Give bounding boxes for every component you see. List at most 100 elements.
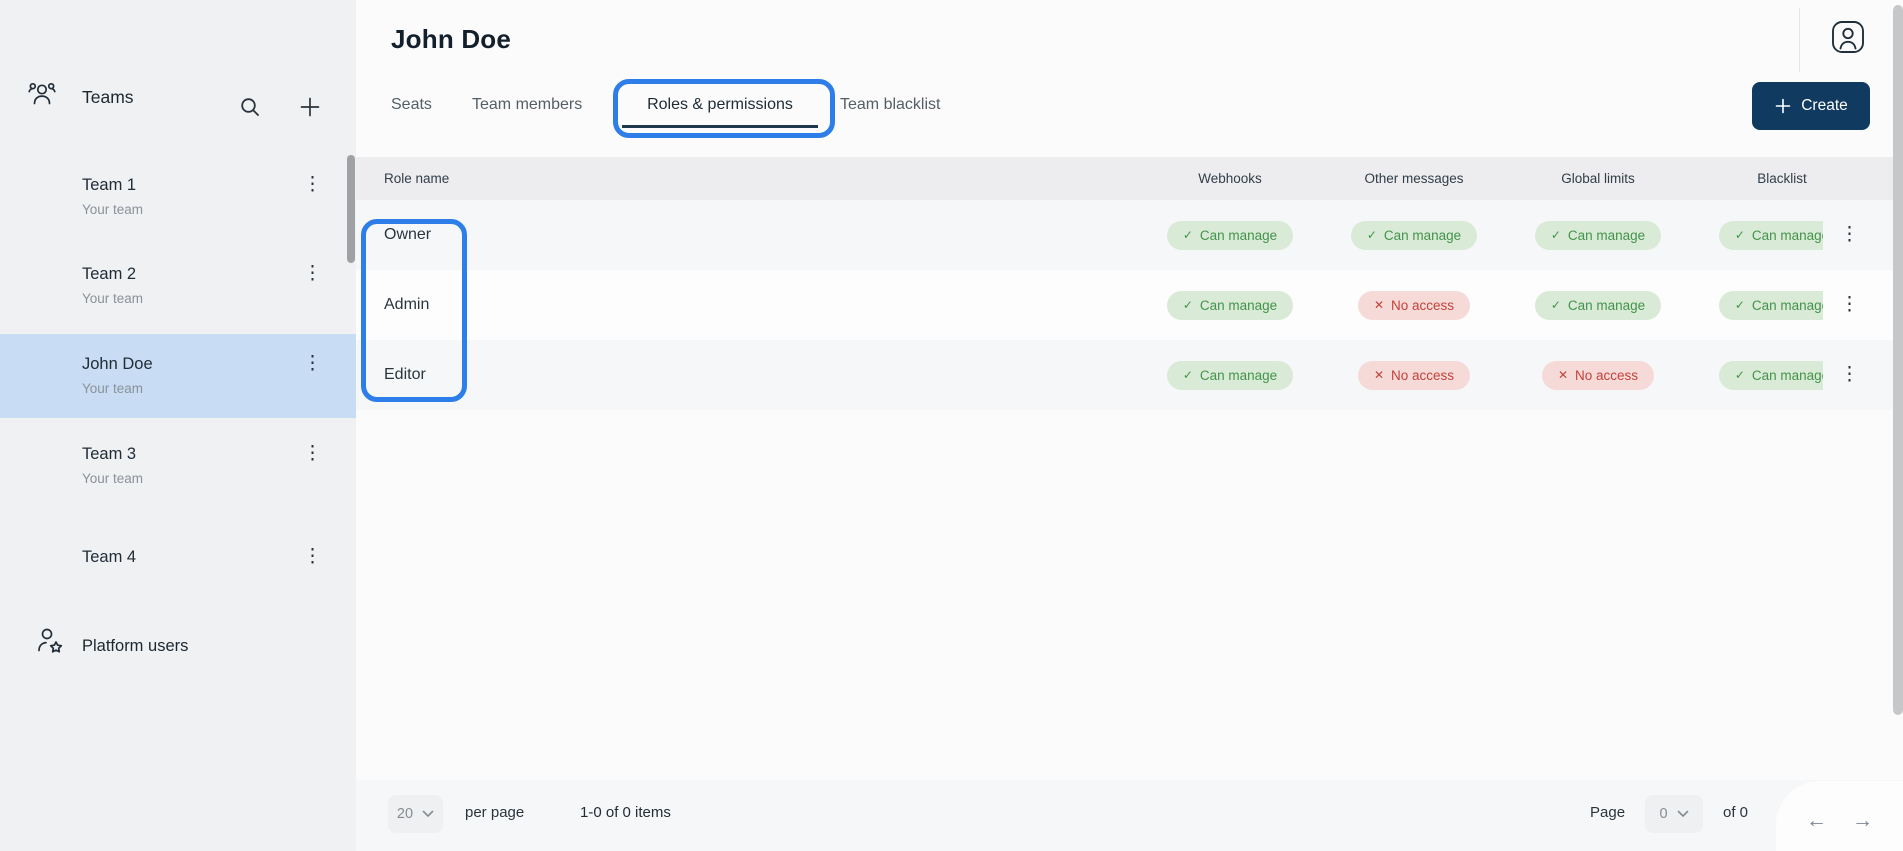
badge-label: No access <box>1575 368 1638 383</box>
badge-label: Can manage <box>1752 368 1823 383</box>
create-button-label: Create <box>1801 97 1848 115</box>
page-size-select[interactable]: 20 <box>388 795 443 833</box>
sidebar-title: Teams <box>82 84 134 110</box>
team-menu-kebab-icon[interactable]: ⋮ <box>303 261 322 287</box>
search-teams-button[interactable] <box>237 94 263 120</box>
team-subtitle: Your team <box>82 467 143 491</box>
person-star-icon <box>36 626 66 658</box>
badge-label: No access <box>1391 368 1454 383</box>
teams-group-icon <box>27 79 57 109</box>
account-button[interactable] <box>1831 20 1865 54</box>
page-label: Page <box>1590 804 1625 821</box>
previous-page-arrow-icon[interactable]: ← <box>1806 809 1827 833</box>
table-header-row: Role name Webhooks Other messages Global… <box>356 157 1893 200</box>
total-pages-label: of 0 <box>1723 804 1748 821</box>
permission-badge: ✓ Can manage <box>1535 291 1661 320</box>
check-icon: ✓ <box>1735 228 1745 242</box>
header-divider <box>1799 8 1800 72</box>
sidebar-item-john-doe-selected[interactable]: John Doe Your team ⋮ <box>0 334 356 418</box>
row-actions-kebab-icon[interactable]: ⋮ <box>1840 222 1859 248</box>
tab-team-members[interactable]: Team members <box>472 81 582 128</box>
check-icon: ✓ <box>1183 298 1193 312</box>
permission-badge: ✓ Can manage <box>1167 221 1293 250</box>
sidebar-scrollbar[interactable] <box>347 155 355 263</box>
x-icon: ✕ <box>1374 368 1384 382</box>
team-menu-kebab-icon[interactable]: ⋮ <box>303 544 322 570</box>
team-menu-kebab-icon[interactable]: ⋮ <box>303 172 322 198</box>
tab-team-blacklist[interactable]: Team blacklist <box>840 81 940 128</box>
page-size-value: 20 <box>397 806 413 822</box>
plus-icon <box>1774 97 1792 115</box>
chevron-down-icon <box>422 810 434 818</box>
row-actions-kebab-icon[interactable]: ⋮ <box>1840 362 1859 388</box>
page-number-select[interactable]: 0 <box>1645 795 1703 833</box>
main-scrollbar[interactable] <box>1893 5 1903 715</box>
check-icon: ✓ <box>1735 298 1745 312</box>
badge-label: Can manage <box>1200 298 1277 313</box>
table-row-editor[interactable]: Editor ✓ Can manage ✕ No access ✕ No access… <box>356 340 1893 410</box>
team-subtitle: Your team <box>82 377 143 401</box>
check-icon: ✓ <box>1551 298 1561 312</box>
chevron-down-icon <box>1677 810 1689 818</box>
next-page-arrow-icon[interactable]: → <box>1852 809 1873 833</box>
permission-badge: ✓ Can manage <box>1719 361 1823 390</box>
x-icon: ✕ <box>1558 368 1568 382</box>
check-icon: ✓ <box>1735 368 1745 382</box>
badge-label: Can manage <box>1752 298 1823 313</box>
badge-label: Can manage <box>1752 228 1823 243</box>
team-name: Team 3 <box>82 441 136 467</box>
search-icon <box>238 95 262 119</box>
items-summary: 1-0 of 0 items <box>580 804 671 821</box>
sidebar-item-team-1[interactable]: Team 1 Your team ⋮ <box>0 172 356 234</box>
team-name: Team 4 <box>82 544 136 570</box>
column-header-other-messages: Other messages <box>1322 171 1506 186</box>
user-avatar-icon <box>1831 20 1865 54</box>
check-icon: ✓ <box>1367 228 1377 242</box>
permission-badge: ✓ Can manage <box>1351 221 1477 250</box>
add-team-button[interactable] <box>297 94 323 120</box>
page-number-value: 0 <box>1659 806 1667 822</box>
row-actions-kebab-icon[interactable]: ⋮ <box>1840 292 1859 318</box>
team-name: Team 1 <box>82 172 136 198</box>
badge-label: Can manage <box>1200 368 1277 383</box>
sidebar: Teams Team 1 Your team ⋮ Team 2 Your tea… <box>0 0 356 851</box>
badge-label: Can manage <box>1200 228 1277 243</box>
team-name: Team 2 <box>82 261 136 287</box>
permission-badge: ✓ Can manage <box>1719 221 1823 250</box>
create-button[interactable]: Create <box>1752 82 1870 130</box>
tab-seats[interactable]: Seats <box>391 81 432 128</box>
badge-label: Can manage <box>1384 228 1461 243</box>
team-subtitle: Your team <box>82 198 143 222</box>
badge-label: Can manage <box>1568 298 1645 313</box>
x-icon: ✕ <box>1374 298 1384 312</box>
permission-badge: ✕No access <box>1358 291 1470 320</box>
column-header-role-name: Role name <box>356 171 1138 186</box>
corner-panel <box>1776 781 1903 851</box>
table-row-admin[interactable]: Admin ✓ Can manage ✕No access ✓ Can manage… <box>356 270 1893 340</box>
check-icon: ✓ <box>1183 228 1193 242</box>
permission-badge: ✓ Can manage <box>1167 291 1293 320</box>
per-page-label: per page <box>465 804 524 821</box>
permission-badge: ✓ Can manage <box>1719 291 1823 320</box>
check-icon: ✓ <box>1183 368 1193 382</box>
permission-badge: ✓Can manage <box>1535 221 1661 250</box>
role-name-cell: Owner <box>356 226 1138 244</box>
table-row-owner[interactable]: Owner ✓ Can manage ✓ Can manage ✓ Can manag… <box>356 200 1893 270</box>
team-name: John Doe <box>82 351 153 377</box>
team-subtitle: Your team <box>82 287 143 311</box>
sidebar-item-team-3[interactable]: Team 3 Your team ⋮ <box>0 441 356 503</box>
permission-badge: ✓ Can manage <box>1167 361 1293 390</box>
team-menu-kebab-icon[interactable]: ⋮ <box>303 441 322 467</box>
platform-users-label: Platform users <box>82 633 188 659</box>
permission-badge: ✕ No access <box>1542 361 1654 390</box>
team-menu-kebab-icon[interactable]: ⋮ <box>303 351 322 377</box>
sidebar-item-team-2[interactable]: Team 2 Your team ⋮ <box>0 261 356 323</box>
sidebar-item-platform-users[interactable]: Platform users <box>0 618 356 674</box>
column-header-blacklist: Blacklist <box>1690 171 1874 186</box>
teams-admin-screen: Teams Team 1 Your team ⋮ Team 2 Your tea… <box>0 0 1903 851</box>
permission-badge: ✕ No access <box>1358 361 1470 390</box>
tab-roles-permissions[interactable]: Roles & permissions <box>622 81 818 128</box>
role-name-cell: Admin <box>356 296 1138 314</box>
sidebar-item-team-4[interactable]: Team 4 ⋮ <box>0 544 356 576</box>
role-name-cell: Editor <box>356 366 1138 384</box>
